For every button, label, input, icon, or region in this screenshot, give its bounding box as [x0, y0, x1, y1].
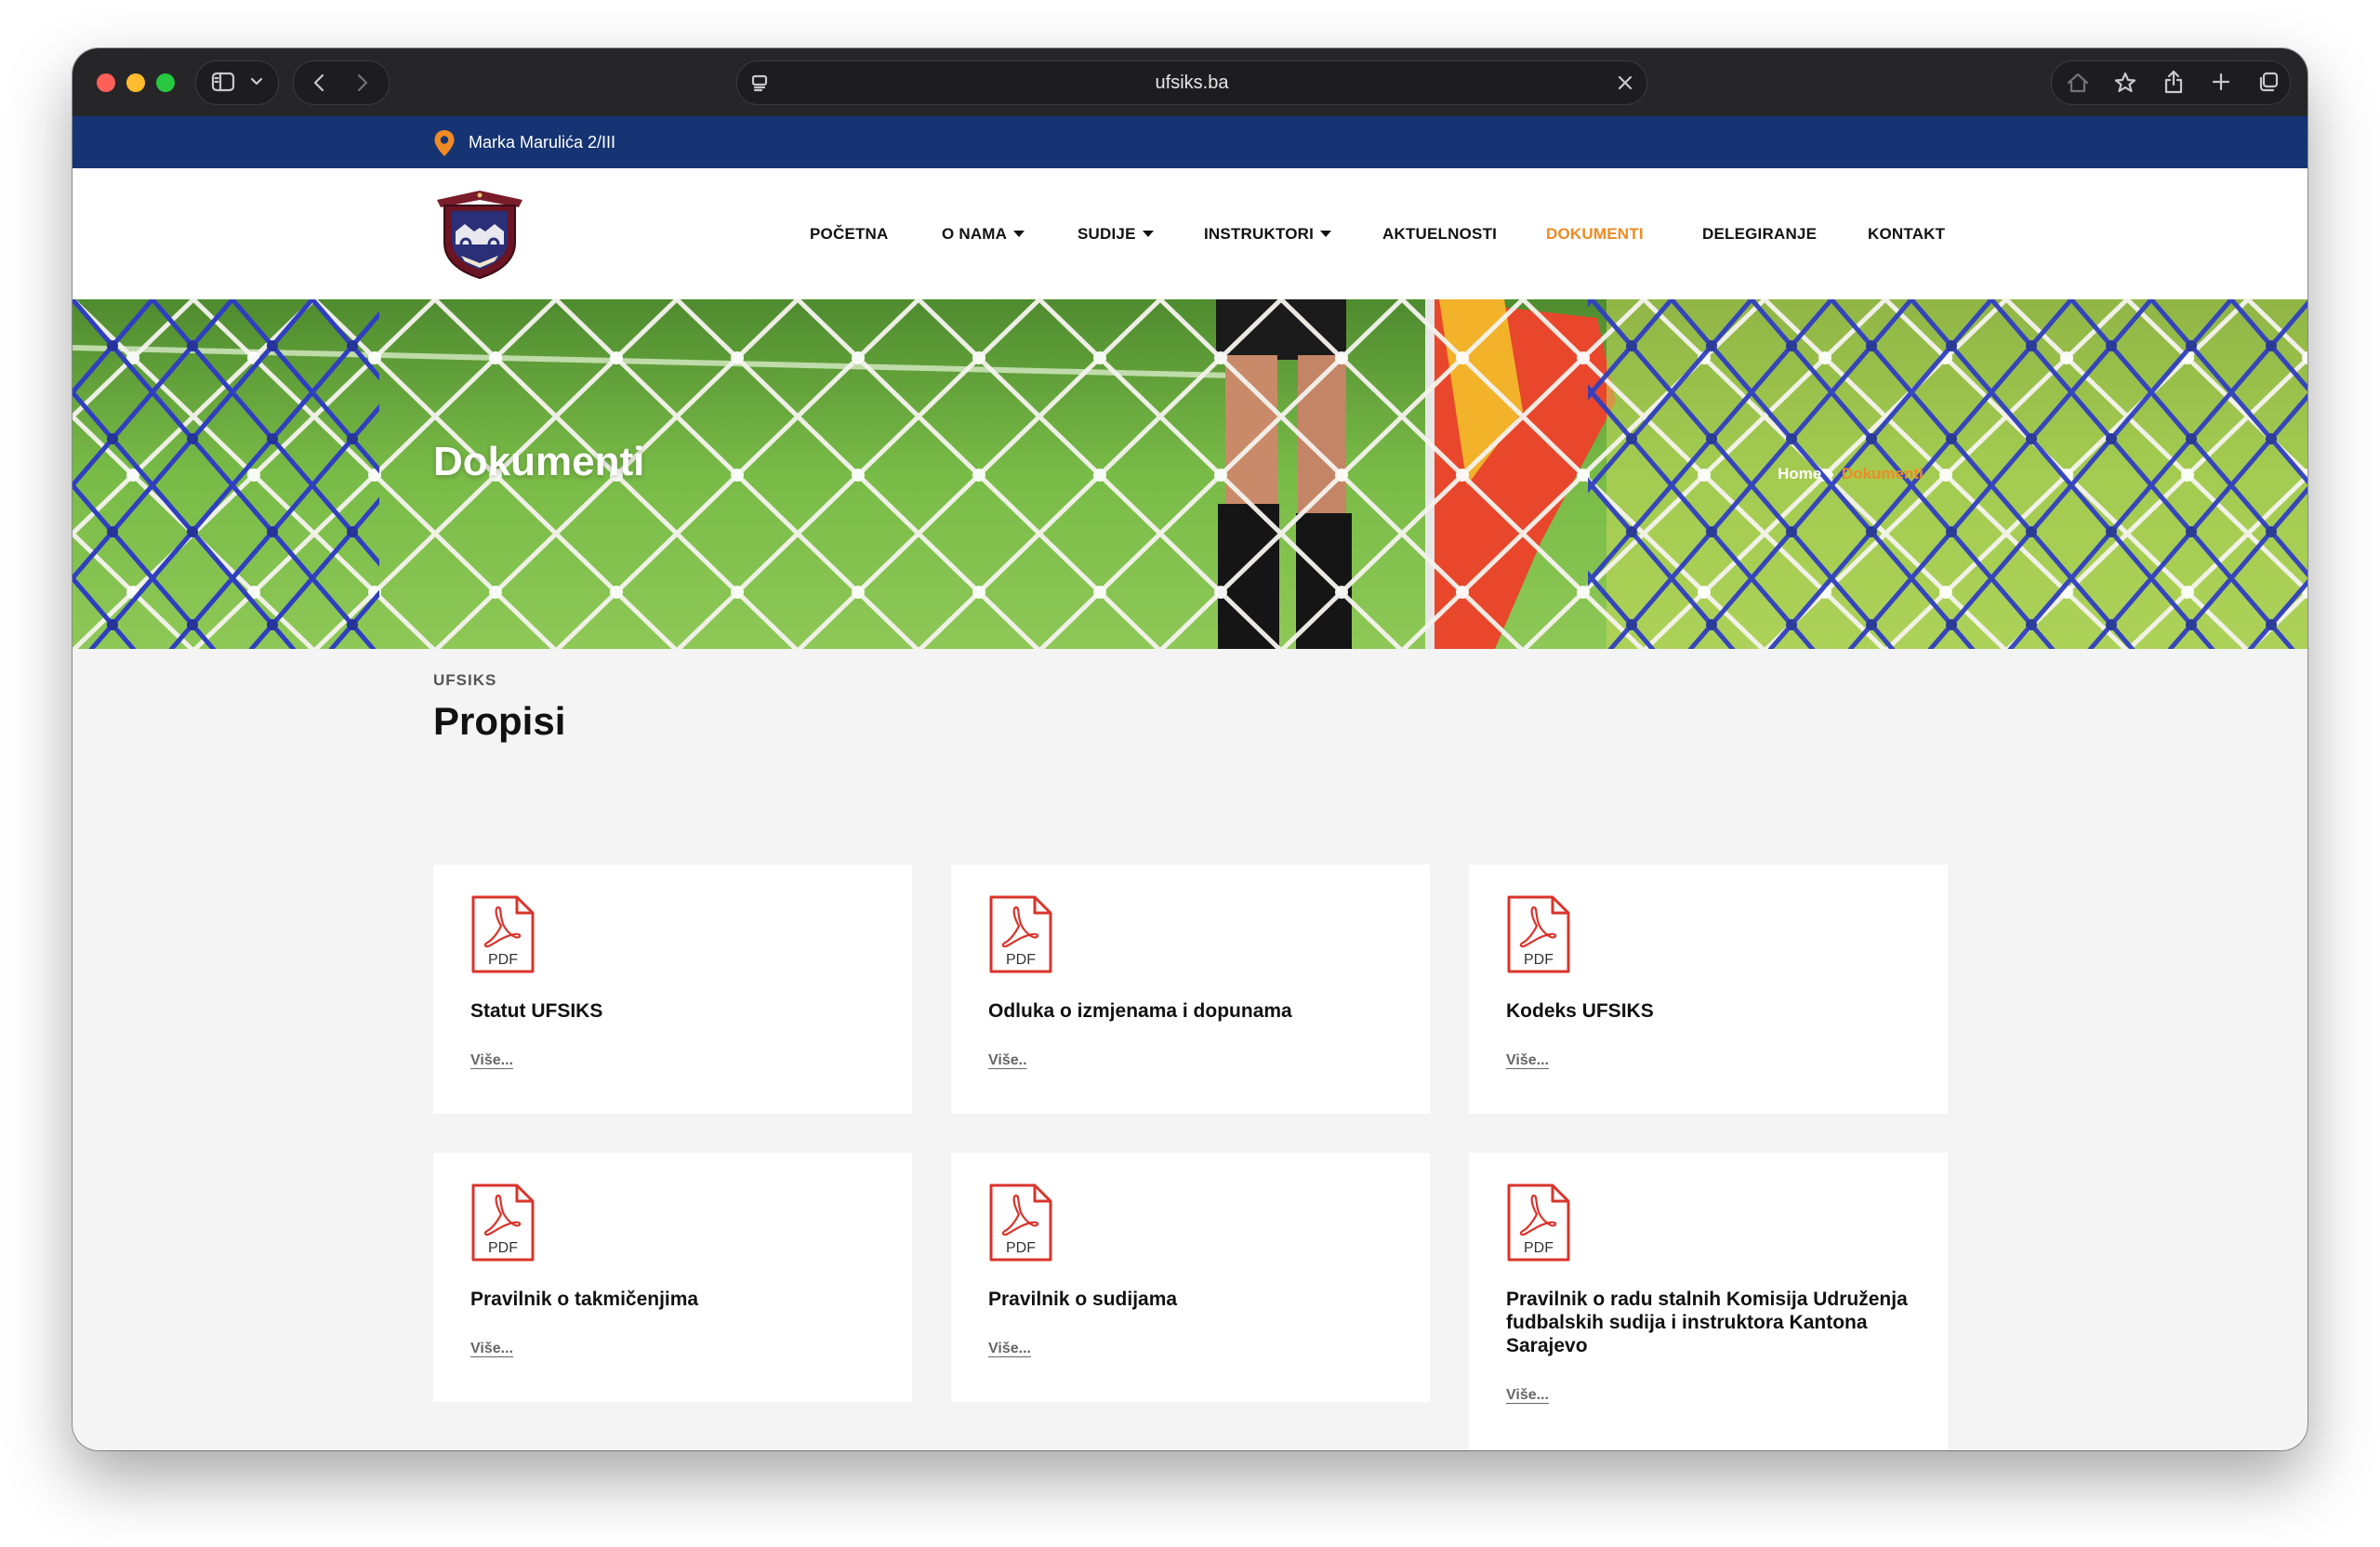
nav-item-label: INSTRUKTORI — [1204, 225, 1315, 243]
clear-url-icon[interactable] — [1615, 73, 1635, 93]
club-logo[interactable] — [433, 187, 526, 280]
document-card[interactable]: PDF Pravilnik o sudijama Više... — [951, 1153, 1430, 1402]
breadcrumb: Home › Dokumenti — [1778, 465, 1924, 483]
minimize-window-button[interactable] — [126, 73, 145, 92]
pdf-badge: PDF — [488, 952, 518, 968]
caret-down-icon — [1142, 231, 1154, 237]
pdf-badge: PDF — [1006, 1240, 1036, 1256]
caret-down-icon — [1320, 231, 1332, 237]
browser-window: ufsiks.ba Marka Marulića 2/III POČETNA O… — [73, 48, 2307, 1450]
read-more-link[interactable]: Više... — [470, 1052, 513, 1069]
document-card[interactable]: PDF Pravilnik o takmičenjima Više... — [433, 1153, 912, 1402]
document-card[interactable]: PDF Statut UFSIKS Više... — [433, 865, 912, 1114]
browser-toolbar: ufsiks.ba — [73, 48, 2307, 117]
pdf-file-icon: PDF — [989, 1183, 1052, 1262]
document-card[interactable]: PDF Pravilnik o radu stalnih Komisija Udr… — [1469, 1153, 1948, 1450]
nav-item-kontakt[interactable]: KONTAKT — [1868, 168, 1945, 299]
caret-down-icon — [1013, 231, 1025, 237]
new-tab-icon[interactable] — [2209, 70, 2233, 94]
nav-item-sudije[interactable]: SUDIJE — [1078, 168, 1154, 299]
read-more-link[interactable]: Više... — [988, 1341, 1031, 1357]
chevron-down-icon[interactable] — [249, 74, 264, 89]
nav-item-aktuelnosti[interactable]: AKTUELNOSTI — [1382, 168, 1497, 299]
close-window-button[interactable] — [97, 73, 115, 92]
nav-item-dokumenti[interactable]: DOKUMENTI — [1546, 168, 1644, 299]
nav-item-label: KONTAKT — [1868, 225, 1946, 243]
maximize-window-button[interactable] — [156, 73, 175, 92]
document-title[interactable]: Statut UFSIKS — [470, 999, 879, 1023]
nav-item-o-nama[interactable]: O NAMA — [942, 168, 1025, 299]
document-title[interactable]: Pravilnik o sudijama — [988, 1288, 1397, 1311]
breadcrumb-separator: › — [1829, 465, 1834, 483]
nav-item-delegiranje[interactable]: DELEGIRANJE — [1702, 168, 1817, 299]
pdf-badge: PDF — [488, 1240, 518, 1256]
page-title: Dokumenti — [433, 439, 645, 484]
address-bar[interactable]: ufsiks.ba — [736, 60, 1647, 105]
document-card[interactable]: PDF Odluka o izmjenama i dopunama Više.. — [951, 865, 1430, 1114]
read-more-link[interactable]: Više.. — [988, 1052, 1027, 1069]
tabs-overview-icon[interactable] — [2256, 70, 2281, 94]
breadcrumb-current: Dokumenti — [1841, 465, 1924, 483]
read-more-link[interactable]: Više... — [1506, 1052, 1549, 1069]
location-pin-icon — [434, 130, 455, 156]
read-more-link[interactable]: Više... — [470, 1341, 513, 1357]
nav-item-label: DELEGIRANJE — [1702, 225, 1818, 243]
pdf-file-icon: PDF — [1507, 1183, 1570, 1262]
back-arrow-icon[interactable] — [307, 71, 331, 95]
sidebar-icon[interactable] — [210, 70, 236, 94]
site-header: POČETNA O NAMA SUDIJE INSTRUKTORI AKTUELNOST… — [73, 168, 2307, 299]
pdf-file-icon: PDF — [1507, 895, 1570, 973]
goal-net-background — [73, 299, 2307, 649]
nav-item-label: SUDIJE — [1078, 225, 1136, 243]
sidebar-toggle-group — [195, 60, 279, 105]
nav-item-label: AKTUELNOSTI — [1382, 225, 1498, 243]
read-more-link[interactable]: Više... — [1506, 1387, 1549, 1404]
contact-info-bar: Marka Marulića 2/III — [73, 116, 2307, 168]
pdf-file-icon: PDF — [471, 1183, 535, 1262]
nav-item-label: DOKUMENTI — [1546, 225, 1644, 243]
home-icon[interactable] — [2065, 70, 2091, 96]
pdf-badge: PDF — [1006, 952, 1036, 968]
document-title[interactable]: Pravilnik o takmičenjima — [470, 1288, 879, 1311]
document-title[interactable]: Odluka o izmjenama i dopunama — [988, 999, 1397, 1023]
pdf-file-icon: PDF — [471, 895, 535, 973]
forward-arrow-icon[interactable] — [350, 71, 375, 95]
document-title[interactable]: Pravilnik o radu stalnih Komisija Udruže… — [1506, 1288, 1915, 1357]
share-icon[interactable] — [2161, 68, 2187, 96]
pdf-badge: PDF — [1524, 952, 1554, 968]
section-title: Propisi — [433, 699, 566, 743]
document-card[interactable]: PDF Kodeks UFSIKS Više... — [1469, 865, 1948, 1114]
url-text: ufsiks.ba — [1155, 73, 1229, 93]
nav-item-početna[interactable]: POČETNA — [810, 168, 889, 299]
section-eyebrow: UFSIKS — [433, 671, 497, 689]
document-title[interactable]: Kodeks UFSIKS — [1506, 999, 1915, 1023]
breadcrumb-home-link[interactable]: Home — [1778, 465, 1821, 483]
nav-item-label: POČETNA — [810, 225, 889, 243]
nav-item-label: O NAMA — [942, 225, 1008, 243]
pdf-badge: PDF — [1524, 1240, 1554, 1256]
star-icon[interactable] — [2112, 70, 2138, 96]
pdf-file-icon: PDF — [989, 895, 1052, 973]
address-text: Marka Marulića 2/III — [469, 133, 616, 152]
nav-item-instruktori[interactable]: INSTRUKTORI — [1204, 168, 1332, 299]
hero-banner: Dokumenti Home › Dokumenti — [73, 299, 2307, 649]
